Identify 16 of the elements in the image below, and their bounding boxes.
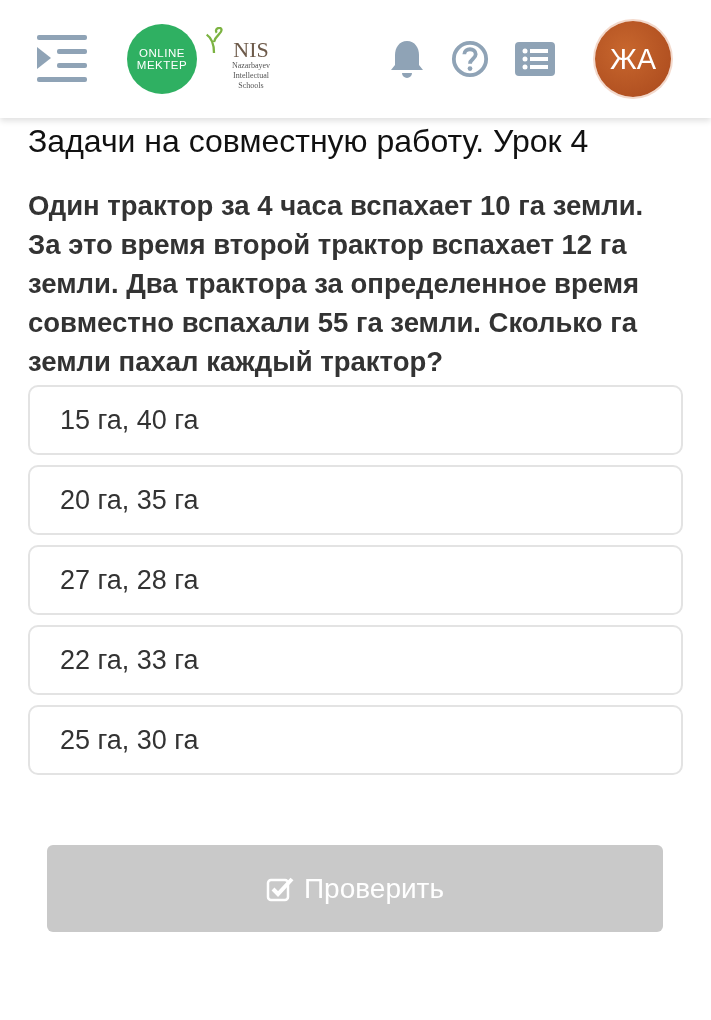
- nis-logo-name: NIS: [233, 39, 269, 61]
- bell-icon[interactable]: [389, 39, 425, 79]
- avatar[interactable]: ЖА: [595, 21, 671, 97]
- answer-option[interactable]: 27 га, 28 га: [28, 545, 683, 615]
- answer-option[interactable]: 25 га, 30 га: [28, 705, 683, 775]
- nis-logo-subtitle: Nazarbayev Intellectual Schools: [230, 61, 272, 91]
- list-icon[interactable]: [515, 42, 555, 76]
- answer-option[interactable]: 22 га, 33 га: [28, 625, 683, 695]
- help-icon[interactable]: [451, 40, 489, 78]
- checkbox-icon: [266, 875, 294, 902]
- question-text: Один трактор за 4 часа вспахает 10 га земли. За это время второй трактор вспахает 12 га земли. Два трактора за определенное время совместно вспахали 55 га земли. Сколько га земли пахал каждый трактор?: [28, 189, 645, 379]
- sprout-icon: [203, 27, 225, 55]
- menu-icon[interactable]: [37, 35, 87, 83]
- lesson-title: Задачи на совместную работу. Урок 4: [28, 122, 590, 160]
- answer-option[interactable]: 15 га, 40 га: [28, 385, 683, 455]
- answer-option[interactable]: 20 га, 35 га: [28, 465, 683, 535]
